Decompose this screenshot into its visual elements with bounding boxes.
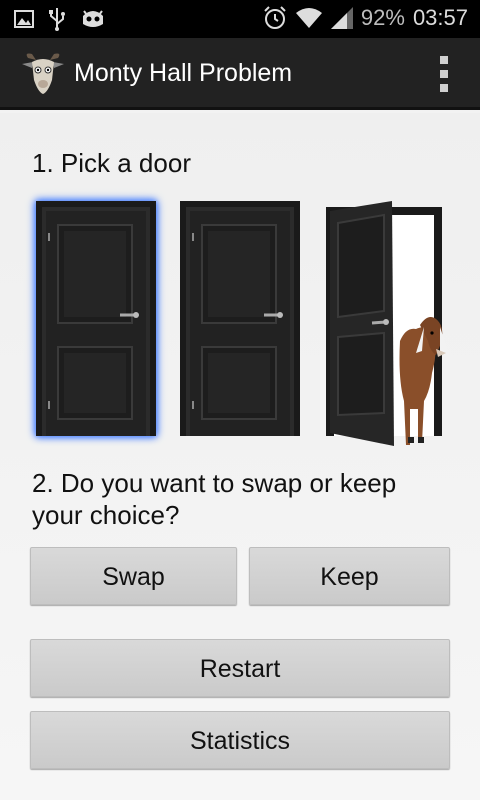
system-status: 92% 03:57 (263, 5, 468, 31)
action-bar: Monty Hall Problem (0, 38, 480, 110)
image-icon (14, 10, 34, 28)
wifi-icon (295, 8, 322, 28)
swap-button[interactable]: Swap (30, 547, 237, 605)
android-debug-icon (83, 10, 103, 27)
clock: 03:57 (412, 5, 468, 30)
status-bar: 92% 03:57 (0, 0, 480, 38)
alarm-icon (264, 6, 286, 29)
app-title: Monty Hall Problem (74, 59, 293, 87)
door-2[interactable] (180, 201, 300, 436)
signal-icon (330, 7, 353, 29)
door-3-open[interactable] (324, 201, 449, 446)
battery-percent: 92% (360, 5, 405, 30)
usb-icon (49, 8, 65, 31)
keep-button[interactable]: Keep (249, 547, 450, 605)
door-1[interactable] (36, 201, 156, 436)
statistics-button[interactable]: Statistics (30, 711, 450, 769)
overflow-menu-icon[interactable] (438, 56, 450, 92)
goat-icon (22, 53, 64, 94)
step-decide-label: 2. Do you want to swap or keep your choi… (32, 468, 397, 530)
main-content: 1. Pick a door 2. Do you want to swap or… (0, 113, 480, 800)
notification-icons (14, 7, 106, 31)
step-pick-door-label: 1. Pick a door (32, 148, 191, 178)
restart-button[interactable]: Restart (30, 639, 450, 697)
